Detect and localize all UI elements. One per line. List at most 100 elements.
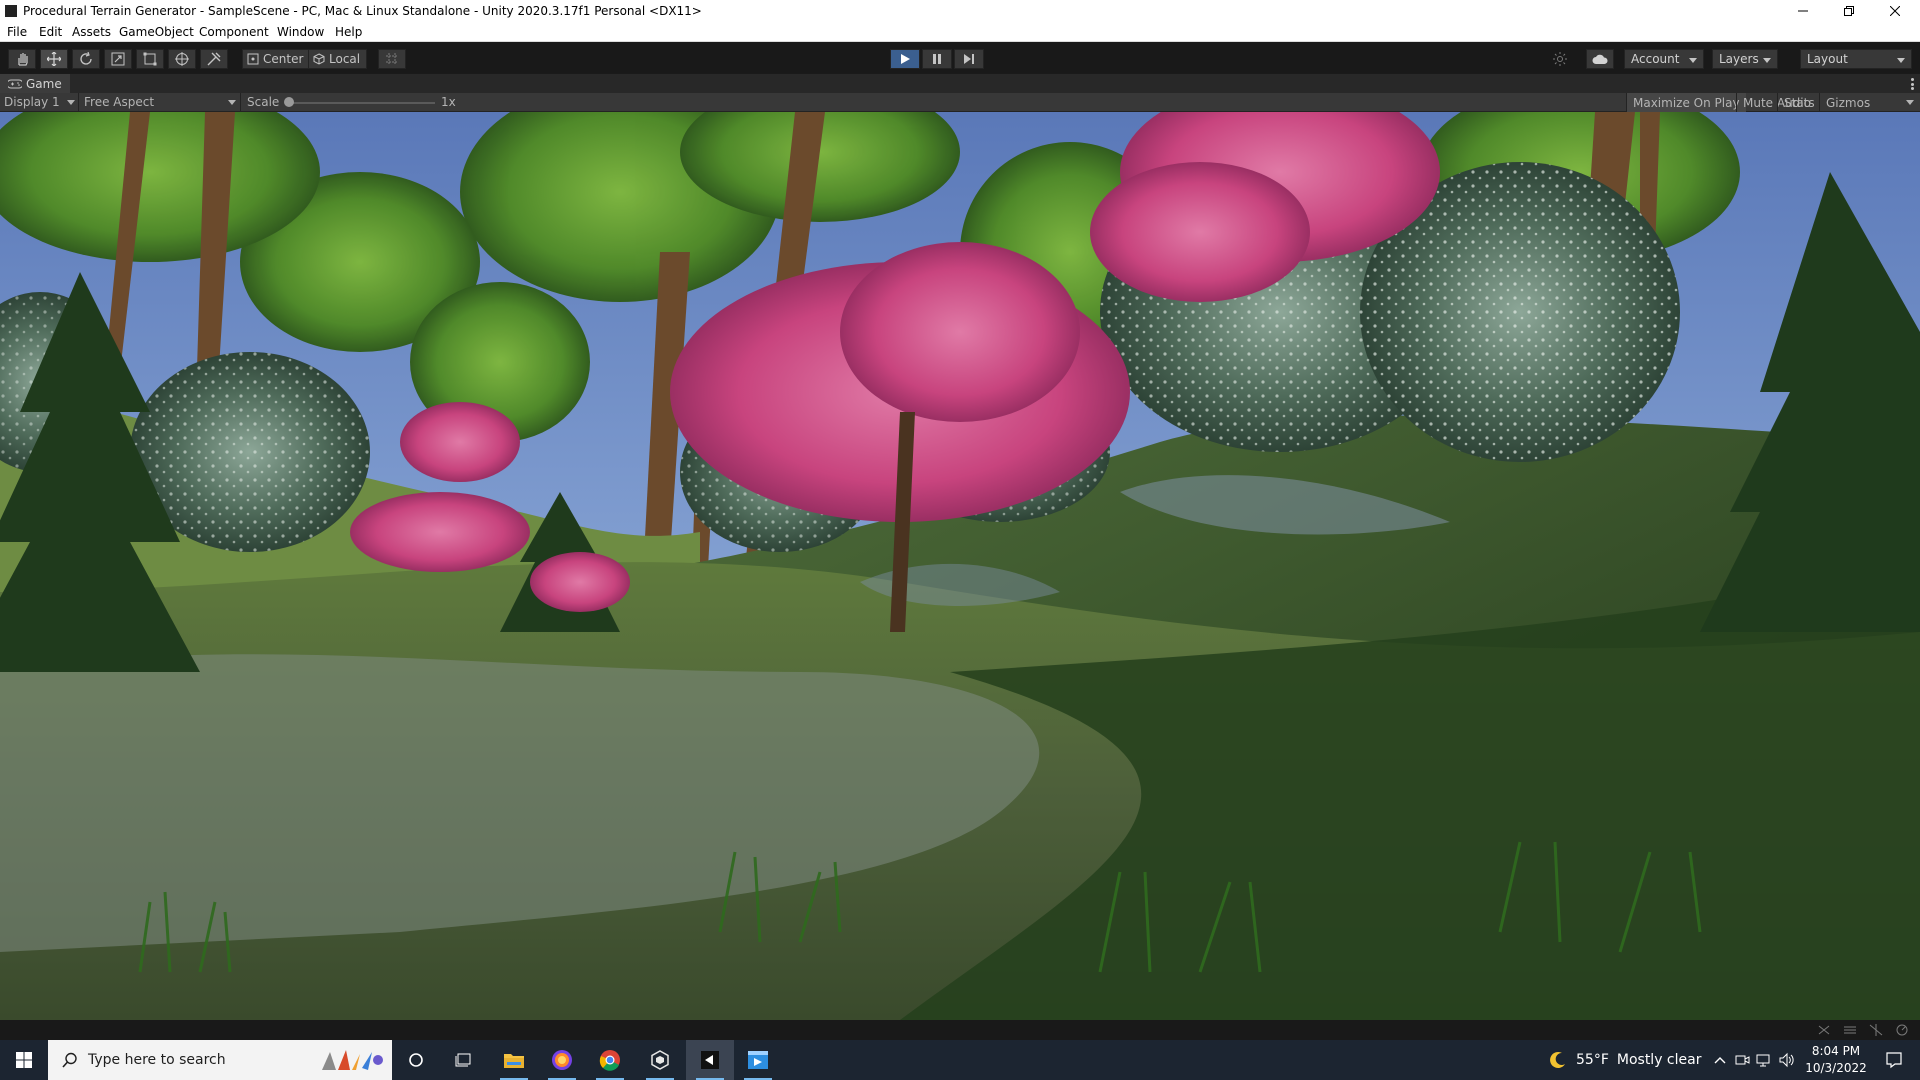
scale-icon (111, 52, 125, 66)
display-dropdown[interactable]: Display 1 (4, 95, 60, 109)
taskbar-firefox[interactable] (538, 1040, 586, 1080)
grid-snap-button[interactable] (378, 49, 406, 69)
account-label: Account (1631, 52, 1680, 66)
debug-icon[interactable] (1816, 1023, 1832, 1037)
stats-toggle[interactable]: Stats (1777, 93, 1821, 112)
pivot-mode-toggle[interactable]: Center (242, 49, 311, 69)
custom-tool-button[interactable] (200, 49, 228, 69)
maximize-on-play-label: Maximize On Play (1633, 95, 1740, 110)
cortana-icon (409, 1053, 423, 1067)
rect-tool-button[interactable] (136, 49, 164, 69)
cortana-button[interactable] (392, 1040, 440, 1080)
grid-snap-icon (386, 53, 398, 65)
search-highlight-art-icon (322, 1050, 383, 1070)
weather-widget[interactable]: 55°F Mostly clear (1548, 1040, 1701, 1080)
taskbar-unity-hub[interactable] (636, 1040, 684, 1080)
scale-slider-thumb[interactable] (284, 97, 294, 107)
game-viewport[interactable] (0, 112, 1920, 1020)
menu-component[interactable]: Component (199, 25, 269, 39)
progress-icon[interactable] (1894, 1023, 1910, 1037)
weather-temp: 55°F (1576, 1052, 1609, 1068)
meet-now-icon[interactable] (1734, 1052, 1750, 1068)
rotate-icon (80, 52, 92, 65)
move-icon (47, 52, 61, 66)
volume-icon[interactable] (1778, 1052, 1794, 1068)
step-icon (964, 54, 974, 64)
rect-icon (143, 52, 157, 66)
taskbar-file-explorer[interactable] (490, 1040, 538, 1080)
minimize-button[interactable] (1780, 0, 1826, 22)
hand-tool-button[interactable] (8, 49, 36, 69)
tab-menu-icon[interactable] (1910, 78, 1914, 90)
pivot-rotation-toggle[interactable]: Local (308, 49, 368, 69)
menu-help[interactable]: Help (335, 25, 362, 39)
taskbar-clock[interactable]: 8:04 PM 10/3/2022 (1804, 1043, 1868, 1077)
close-icon (1890, 6, 1900, 16)
step-button[interactable] (954, 49, 984, 69)
chevron-down-icon (1897, 58, 1905, 63)
network-icon[interactable] (1868, 1023, 1884, 1037)
move-tool-button[interactable] (40, 49, 68, 69)
sun-icon (1553, 52, 1567, 66)
file-explorer-icon (504, 1054, 524, 1068)
maximize-on-play-toggle[interactable]: Maximize On Play (1626, 93, 1746, 112)
chevron-down-icon (67, 100, 75, 105)
restore-button[interactable] (1826, 0, 1872, 22)
start-button[interactable] (0, 1040, 48, 1080)
lighting-button[interactable] (1546, 49, 1574, 69)
play-icon (901, 54, 910, 64)
windows-taskbar: Type here to search 55°F Mostly clear 8:… (0, 1040, 1920, 1080)
scale-slider-track[interactable] (290, 102, 435, 104)
windows-logo-icon (16, 1052, 32, 1068)
pivot-mode-label: Center (263, 52, 304, 66)
local-cube-icon (313, 53, 325, 65)
collab-button[interactable] (1586, 49, 1614, 69)
layout-dropdown[interactable]: Layout (1800, 49, 1912, 69)
play-button[interactable] (890, 49, 920, 69)
stats-label: Stats (1784, 95, 1815, 110)
scale-tool-button[interactable] (104, 49, 132, 69)
gizmos-toggle[interactable]: Gizmos (1819, 93, 1890, 112)
window-title: Procedural Terrain Generator - SampleSce… (23, 4, 702, 18)
pause-button[interactable] (922, 49, 952, 69)
hand-icon (18, 53, 28, 66)
menu-edit[interactable]: Edit (39, 25, 62, 39)
pivot-rotation-label: Local (329, 52, 361, 66)
menu-file[interactable]: File (7, 25, 27, 39)
tab-game[interactable]: Game (0, 74, 70, 94)
search-icon (62, 1052, 77, 1068)
layers-dropdown[interactable]: Layers (1712, 49, 1778, 69)
taskbar-search[interactable]: Type here to search (48, 1040, 392, 1080)
menu-gameobject[interactable]: GameObject (119, 25, 194, 39)
transform-tool-button[interactable] (168, 49, 196, 69)
chevron-down-icon (1906, 100, 1914, 105)
visual-studio-icon (748, 1051, 768, 1069)
aspect-dropdown[interactable]: Free Aspect (84, 95, 154, 109)
gizmos-label: Gizmos (1826, 95, 1871, 110)
notification-center-button[interactable] (1874, 1040, 1914, 1080)
layers-stack-icon[interactable] (1842, 1023, 1858, 1037)
taskbar-chrome[interactable] (586, 1040, 634, 1080)
layers-label: Layers (1719, 52, 1759, 66)
account-dropdown[interactable]: Account (1624, 49, 1704, 69)
pivot-center-icon (247, 53, 259, 65)
task-view-icon (455, 1053, 471, 1067)
chevron-up-icon[interactable] (1712, 1052, 1728, 1068)
task-view-button[interactable] (440, 1040, 488, 1080)
notification-icon (1886, 1052, 1902, 1069)
network-tray-icon[interactable] (1756, 1052, 1772, 1068)
menu-window[interactable]: Window (277, 25, 324, 39)
custom-tool-icon (207, 52, 221, 66)
close-button[interactable] (1872, 0, 1918, 22)
editor-status-bar (0, 1020, 1920, 1040)
divider (240, 93, 241, 112)
clock-date: 10/3/2022 (1805, 1061, 1867, 1075)
taskbar-unity-editor[interactable] (686, 1040, 734, 1080)
divider (78, 93, 79, 112)
menu-bar: File Edit Assets GameObject Component Wi… (0, 22, 1920, 42)
taskbar-visual-studio[interactable] (734, 1040, 782, 1080)
menu-assets[interactable]: Assets (72, 25, 111, 39)
scale-label: Scale (247, 95, 280, 109)
unity-hub-icon (651, 1050, 669, 1070)
rotate-tool-button[interactable] (72, 49, 100, 69)
